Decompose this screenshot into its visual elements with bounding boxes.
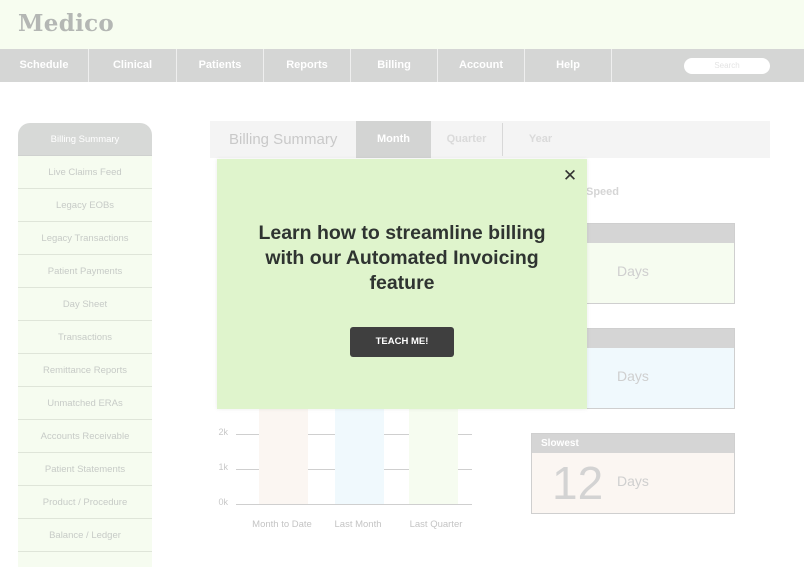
- speed-card-body: 12 Days: [532, 453, 734, 513]
- y-tick-label: 2k: [218, 427, 228, 437]
- x-category-label: Last Month: [334, 519, 382, 530]
- close-icon[interactable]: ✕: [561, 167, 579, 185]
- tab-year[interactable]: Year: [503, 121, 578, 158]
- y-tick-label: 1k: [218, 462, 228, 472]
- brand-logo[interactable]: Medico: [18, 10, 114, 37]
- teach-me-button[interactable]: TEACH ME!: [350, 327, 454, 357]
- tab-quarter[interactable]: Quarter: [431, 121, 502, 158]
- period-tabbar: Billing Summary Month Quarter Year: [210, 121, 770, 158]
- y-tick-label: 0k: [218, 497, 228, 507]
- sidebar-item-balance-ledger[interactable]: Balance / Ledger: [18, 519, 152, 552]
- sidebar-item-legacy-transactions[interactable]: Legacy Transactions: [18, 222, 152, 255]
- modal-title: Learn how to streamline billing with our…: [258, 222, 546, 294]
- nav-clinical[interactable]: Clinical: [89, 49, 177, 82]
- speed-card-slowest: Slowest 12 Days: [531, 433, 735, 514]
- sidebar-item-remittance-reports[interactable]: Remittance Reports: [18, 354, 152, 387]
- sidebar-item-transactions[interactable]: Transactions: [18, 321, 152, 354]
- search-input[interactable]: Search: [684, 58, 770, 74]
- grid-line: [236, 504, 472, 505]
- app-header: Medico: [0, 0, 804, 49]
- sidebar-item-patient-payments[interactable]: Patient Payments: [18, 255, 152, 288]
- speed-card-value: 12: [552, 457, 604, 509]
- bar-month-to-date: [259, 400, 308, 504]
- sidebar-item-unmatched-eras[interactable]: Unmatched ERAs: [18, 387, 152, 420]
- tab-month[interactable]: Month: [356, 121, 431, 158]
- speed-card-unit: Days: [617, 473, 649, 489]
- sidebar-item-accounts-receivable[interactable]: Accounts Receivable: [18, 420, 152, 453]
- sidebar-item-patient-statements[interactable]: Patient Statements: [18, 453, 152, 486]
- nav-reports[interactable]: Reports: [264, 49, 351, 82]
- x-category-label: Month to Date: [252, 519, 312, 530]
- main-nav: Schedule Clinical Patients Reports Billi…: [0, 49, 804, 82]
- sidebar-item-product-procedure[interactable]: Product / Procedure: [18, 486, 152, 519]
- section-title: Billing Summary: [229, 131, 338, 148]
- speed-card-unit: Days: [617, 368, 649, 384]
- sidebar-item-billing-summary[interactable]: Billing Summary: [18, 123, 152, 156]
- speed-heading: Speed: [586, 186, 620, 198]
- sidebar: Billing Summary Live Claims Feed Legacy …: [18, 123, 152, 567]
- sidebar-item-more[interactable]: [18, 552, 152, 567]
- x-category-label: Last Quarter: [409, 519, 463, 530]
- sidebar-item-day-sheet[interactable]: Day Sheet: [18, 288, 152, 321]
- speed-card-unit: Days: [617, 263, 649, 279]
- nav-schedule[interactable]: Schedule: [0, 49, 89, 82]
- speed-card-title: Slowest: [532, 434, 734, 453]
- promo-modal: ✕ Learn how to streamline billing with o…: [217, 159, 587, 409]
- bar-last-month: [335, 400, 384, 504]
- nav-account[interactable]: Account: [438, 49, 525, 82]
- page: Medico Schedule Clinical Patients Report…: [0, 0, 804, 567]
- sidebar-item-live-claims-feed[interactable]: Live Claims Feed: [18, 156, 152, 189]
- nav-billing[interactable]: Billing: [351, 49, 438, 82]
- bar-last-quarter: [409, 400, 458, 504]
- sidebar-item-legacy-eobs[interactable]: Legacy EOBs: [18, 189, 152, 222]
- nav-help[interactable]: Help: [525, 49, 612, 82]
- nav-patients[interactable]: Patients: [177, 49, 264, 82]
